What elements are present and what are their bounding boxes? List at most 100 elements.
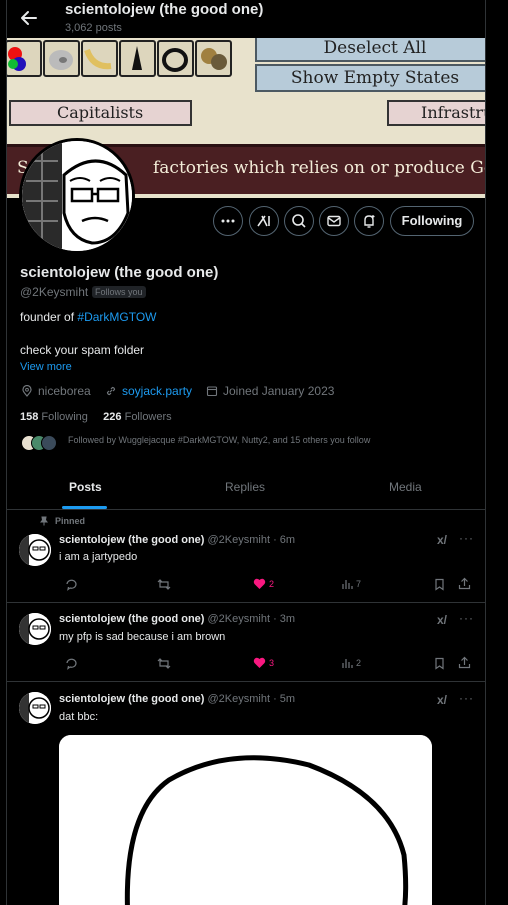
post-author-name: scientolojew (the good one) bbox=[59, 613, 205, 625]
location: niceborea bbox=[21, 384, 91, 398]
notify-icon bbox=[364, 215, 375, 228]
repost-button[interactable] bbox=[157, 657, 171, 670]
like-count: 3 bbox=[269, 658, 275, 668]
tab-media[interactable]: Media bbox=[389, 480, 422, 494]
banner-slot-spike bbox=[119, 40, 156, 77]
pin-icon bbox=[40, 516, 48, 526]
website-link[interactable]: soyjack.party bbox=[122, 384, 192, 398]
views-button[interactable]: 2 bbox=[341, 657, 361, 669]
like-count: 2 bbox=[269, 579, 275, 589]
follows-you-badge: Follows you bbox=[92, 286, 146, 298]
bookmark-icon bbox=[435, 657, 444, 670]
top-bar-title: scientolojew (the good one) bbox=[65, 1, 264, 18]
tab-posts[interactable]: Posts bbox=[69, 480, 102, 494]
follower-avatar[interactable] bbox=[41, 435, 57, 451]
views-icon bbox=[342, 659, 353, 668]
banner-band-text: factories which relies on or produce Gem… bbox=[153, 158, 486, 178]
post-text: dat bbc: bbox=[59, 711, 99, 723]
post-author[interactable]: scientolojew (the good one) @2Keysmiht ·… bbox=[59, 693, 295, 705]
post-meta: @2Keysmiht · 5m bbox=[207, 693, 296, 705]
share-button[interactable] bbox=[458, 577, 471, 590]
post-more-icon[interactable]: ··· bbox=[459, 611, 474, 625]
banner-slot-ring bbox=[157, 40, 194, 77]
page-edge bbox=[486, 0, 508, 905]
profile-handle: @2Keysmiht bbox=[20, 285, 89, 299]
follow-stats: 158 Following 226 Followers bbox=[20, 411, 172, 423]
notify-button[interactable] bbox=[354, 206, 384, 236]
repost-icon bbox=[157, 579, 171, 590]
views-button[interactable]: 7 bbox=[341, 578, 361, 590]
post-more-icon[interactable]: ··· bbox=[459, 691, 474, 705]
location-icon bbox=[22, 385, 32, 397]
calendar-icon bbox=[206, 386, 218, 397]
post-text: my pfp is sad because i am brown bbox=[59, 631, 226, 643]
following-count: 158 bbox=[20, 411, 39, 423]
website[interactable]: soyjack.party bbox=[105, 384, 192, 398]
post-avatar[interactable] bbox=[19, 692, 51, 724]
share-button[interactable] bbox=[458, 656, 471, 669]
like-button[interactable]: 2 bbox=[253, 578, 274, 590]
post-avatar[interactable] bbox=[19, 534, 51, 566]
share-icon bbox=[458, 656, 471, 669]
views-count: 7 bbox=[356, 579, 362, 589]
show-empty-states-label: Show Empty States bbox=[255, 64, 485, 92]
back-arrow-icon[interactable] bbox=[17, 6, 41, 30]
deselect-all-label: Deselect All bbox=[255, 38, 485, 62]
grok-icon[interactable]: x/ bbox=[437, 693, 447, 707]
bio-line-1: founder of #DarkMGTOW bbox=[20, 310, 157, 324]
tab-replies[interactable]: Replies bbox=[225, 480, 265, 494]
post-meta: @2Keysmiht · 3m bbox=[207, 613, 296, 625]
reply-icon bbox=[66, 658, 77, 670]
reply-button[interactable] bbox=[65, 657, 78, 670]
location-text: niceborea bbox=[38, 384, 91, 398]
pinned-label: Pinned bbox=[39, 516, 85, 526]
post-avatar[interactable] bbox=[19, 613, 51, 645]
grok-icon[interactable]: x/ bbox=[437, 533, 447, 547]
bio-prefix: founder of bbox=[20, 310, 75, 324]
repost-icon bbox=[157, 658, 171, 669]
heart-icon bbox=[253, 578, 266, 589]
grok-button[interactable] bbox=[249, 206, 279, 236]
post-author[interactable]: scientolojew (the good one) @2Keysmiht ·… bbox=[59, 534, 295, 546]
bio-line-2: check your spam folder bbox=[20, 343, 145, 357]
share-icon bbox=[458, 577, 471, 590]
reply-icon bbox=[66, 579, 77, 591]
message-button[interactable] bbox=[319, 206, 349, 236]
post-author-name: scientolojew (the good one) bbox=[59, 534, 205, 546]
following-stat[interactable]: 158 Following bbox=[20, 411, 88, 423]
banner-slot-shell bbox=[43, 40, 80, 77]
search-button[interactable] bbox=[284, 206, 314, 236]
followed-by-text[interactable]: Followed by Wugglejacque #DarkMGTOW, Nut… bbox=[68, 435, 370, 445]
link-icon bbox=[106, 386, 116, 396]
joined-text: Joined January 2023 bbox=[223, 384, 335, 398]
bookmark-button[interactable] bbox=[434, 657, 445, 670]
following-button[interactable]: Following bbox=[390, 206, 474, 236]
post-author[interactable]: scientolojew (the good one) @2Keysmiht ·… bbox=[59, 613, 295, 625]
joined-date: Joined January 2023 bbox=[206, 384, 334, 398]
followers-stat[interactable]: 226 Followers bbox=[103, 411, 172, 423]
post-more-icon[interactable]: ··· bbox=[459, 531, 474, 545]
grok-icon[interactable]: x/ bbox=[437, 613, 447, 627]
mail-icon bbox=[327, 215, 341, 227]
capitalists-label: Capitalists bbox=[9, 100, 192, 126]
bookmark-icon bbox=[435, 578, 444, 591]
top-bar: scientolojew (the good one) 3,062 posts bbox=[7, 0, 485, 38]
profile-name: scientolojew (the good one) bbox=[20, 264, 219, 281]
views-count: 2 bbox=[356, 658, 362, 668]
profile-column: scientolojew (the good one) 3,062 posts … bbox=[6, 0, 486, 905]
like-button[interactable]: 3 bbox=[253, 657, 274, 669]
post-media-image[interactable] bbox=[59, 735, 432, 905]
post-text: i am a jartypedo bbox=[59, 551, 138, 563]
post-author-name: scientolojew (the good one) bbox=[59, 693, 205, 705]
heart-icon bbox=[253, 657, 266, 668]
pinned-text: Pinned bbox=[55, 516, 86, 526]
repost-button[interactable] bbox=[157, 578, 171, 591]
more-button[interactable] bbox=[213, 206, 243, 236]
followers-count: 226 bbox=[103, 411, 122, 423]
reply-button[interactable] bbox=[65, 578, 78, 591]
profile-avatar[interactable] bbox=[19, 138, 135, 254]
banner-slot-colors bbox=[7, 40, 42, 77]
bio-hashtag-link[interactable]: #DarkMGTOW bbox=[77, 310, 156, 324]
bookmark-button[interactable] bbox=[434, 578, 445, 591]
view-more-link[interactable]: View more bbox=[20, 361, 72, 373]
